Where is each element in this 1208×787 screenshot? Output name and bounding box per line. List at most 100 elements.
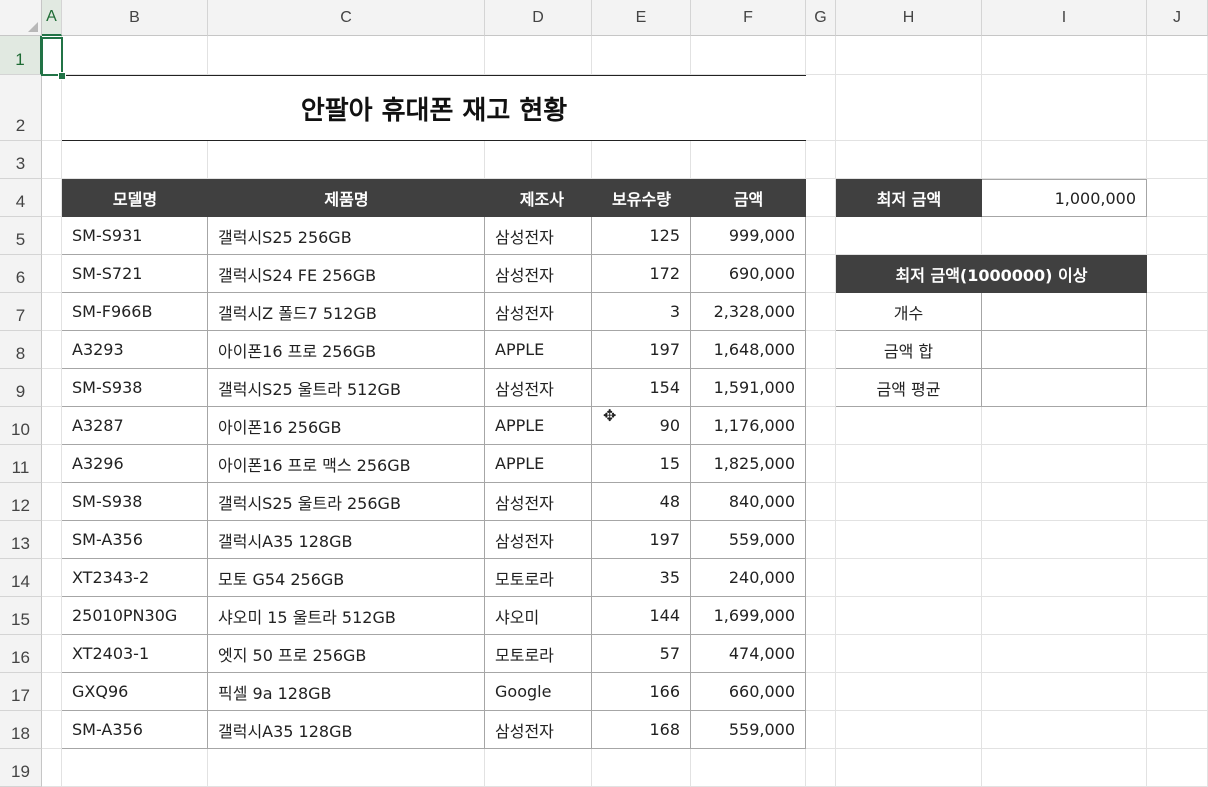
table-cell[interactable]: 아이폰16 프로 맥스 256GB — [208, 445, 485, 483]
table-cell[interactable]: 엣지 50 프로 256GB — [208, 635, 485, 673]
table-cell[interactable]: A3287 — [62, 407, 208, 445]
table-cell[interactable]: 아이폰16 프로 256GB — [208, 331, 485, 369]
table-cell[interactable]: 샤오미 15 울트라 512GB — [208, 597, 485, 635]
table-cell[interactable]: 삼성전자 — [485, 293, 592, 331]
table-cell[interactable]: 갤럭시S24 FE 256GB — [208, 255, 485, 293]
row-header-6[interactable]: 6 — [0, 255, 42, 293]
table-cell[interactable]: 240,000 — [691, 559, 806, 597]
column-header-J[interactable]: J — [1147, 0, 1208, 36]
table-cell[interactable]: SM-A356 — [62, 521, 208, 559]
table-cell[interactable]: SM-S938 — [62, 483, 208, 521]
summary-value[interactable] — [982, 369, 1147, 407]
summary-section-header[interactable]: 최저 금액(1000000) 이상 — [836, 255, 1147, 293]
table-cell[interactable]: 샤오미 — [485, 597, 592, 635]
active-cell-A1[interactable] — [41, 37, 63, 76]
table-cell[interactable]: GXQ96 — [62, 673, 208, 711]
column-header-D[interactable]: D — [485, 0, 592, 36]
table-cell[interactable]: A3293 — [62, 331, 208, 369]
table-cell[interactable]: 144 — [592, 597, 691, 635]
table-cell[interactable]: 모토로라 — [485, 559, 592, 597]
column-header-G[interactable]: G — [806, 0, 836, 36]
table-cell[interactable]: 1,176,000 — [691, 407, 806, 445]
table-cell[interactable]: APPLE — [485, 445, 592, 483]
row-header-18[interactable]: 18 — [0, 711, 42, 749]
table-cell[interactable]: 197 — [592, 521, 691, 559]
table-cell[interactable]: 35 — [592, 559, 691, 597]
table-cell[interactable]: 48 — [592, 483, 691, 521]
table-cell[interactable]: 픽셀 9a 128GB — [208, 673, 485, 711]
table-cell[interactable]: APPLE — [485, 407, 592, 445]
summary-label[interactable]: 금액 합 — [836, 331, 982, 369]
row-header-5[interactable]: 5 — [0, 217, 42, 255]
row-header-9[interactable]: 9 — [0, 369, 42, 407]
column-header-B[interactable]: B — [62, 0, 208, 36]
table-cell[interactable]: 999,000 — [691, 217, 806, 255]
table-header-cell[interactable]: 금액 — [691, 179, 806, 217]
table-cell[interactable]: 갤럭시S25 울트라 256GB — [208, 483, 485, 521]
table-cell[interactable]: 아이폰16 256GB — [208, 407, 485, 445]
table-cell[interactable]: 삼성전자 — [485, 255, 592, 293]
summary-label[interactable]: 개수 — [836, 293, 982, 331]
table-cell[interactable]: Google — [485, 673, 592, 711]
fill-handle[interactable] — [58, 72, 66, 80]
row-header-12[interactable]: 12 — [0, 483, 42, 521]
table-cell[interactable]: 168 — [592, 711, 691, 749]
table-cell[interactable]: XT2343-2 — [62, 559, 208, 597]
table-header-cell[interactable]: 제품명 — [208, 179, 485, 217]
table-cell[interactable]: SM-S938 — [62, 369, 208, 407]
row-header-7[interactable]: 7 — [0, 293, 42, 331]
table-cell[interactable]: 삼성전자 — [485, 521, 592, 559]
table-cell[interactable]: 15 — [592, 445, 691, 483]
column-header-C[interactable]: C — [208, 0, 485, 36]
table-cell[interactable]: 559,000 — [691, 711, 806, 749]
table-cell[interactable]: 1,591,000 — [691, 369, 806, 407]
table-cell[interactable]: 1,699,000 — [691, 597, 806, 635]
table-header-cell[interactable]: 모델명 — [62, 179, 208, 217]
row-header-16[interactable]: 16 — [0, 635, 42, 673]
row-header-8[interactable]: 8 — [0, 331, 42, 369]
table-cell[interactable]: 갤럭시Z 폴드7 512GB — [208, 293, 485, 331]
row-header-11[interactable]: 11 — [0, 445, 42, 483]
table-cell[interactable]: 154 — [592, 369, 691, 407]
table-cell[interactable]: 197 — [592, 331, 691, 369]
table-cell[interactable]: 1,825,000 — [691, 445, 806, 483]
row-header-4[interactable]: 4 — [0, 179, 42, 217]
table-cell[interactable]: SM-S931 — [62, 217, 208, 255]
table-cell[interactable]: 690,000 — [691, 255, 806, 293]
row-header-14[interactable]: 14 — [0, 559, 42, 597]
table-cell[interactable]: 갤럭시S25 울트라 512GB — [208, 369, 485, 407]
min-amount-value[interactable]: 1,000,000 — [982, 179, 1147, 217]
column-header-I[interactable]: I — [982, 0, 1147, 36]
table-cell[interactable]: 삼성전자 — [485, 217, 592, 255]
table-cell[interactable]: 559,000 — [691, 521, 806, 559]
table-cell[interactable]: 25010PN30G — [62, 597, 208, 635]
summary-label[interactable]: 금액 평균 — [836, 369, 982, 407]
table-cell[interactable]: SM-F966B — [62, 293, 208, 331]
table-cell[interactable]: 갤럭시S25 256GB — [208, 217, 485, 255]
table-cell[interactable]: 1,648,000 — [691, 331, 806, 369]
column-header-E[interactable]: E — [592, 0, 691, 36]
table-cell[interactable]: SM-S721 — [62, 255, 208, 293]
table-cell[interactable]: 갤럭시A35 128GB — [208, 711, 485, 749]
table-cell[interactable]: 삼성전자 — [485, 711, 592, 749]
table-cell[interactable]: 166 — [592, 673, 691, 711]
table-cell[interactable]: XT2403-1 — [62, 635, 208, 673]
row-header-1[interactable]: 1 — [0, 36, 42, 75]
table-cell[interactable]: 660,000 — [691, 673, 806, 711]
summary-value[interactable] — [982, 293, 1147, 331]
column-header-A[interactable]: A — [42, 0, 62, 36]
column-header-F[interactable]: F — [691, 0, 806, 36]
table-cell[interactable]: 125 — [592, 217, 691, 255]
table-cell[interactable]: 2,328,000 — [691, 293, 806, 331]
row-header-2[interactable]: 2 — [0, 75, 42, 141]
table-cell[interactable]: A3296 — [62, 445, 208, 483]
row-header-17[interactable]: 17 — [0, 673, 42, 711]
row-header-3[interactable]: 3 — [0, 141, 42, 179]
table-cell[interactable]: 474,000 — [691, 635, 806, 673]
row-header-19[interactable]: 19 — [0, 749, 42, 787]
table-header-cell[interactable]: 제조사 — [485, 179, 592, 217]
min-amount-label[interactable]: 최저 금액 — [836, 179, 982, 217]
column-header-H[interactable]: H — [836, 0, 982, 36]
table-cell[interactable]: 모토로라 — [485, 635, 592, 673]
table-cell[interactable]: SM-A356 — [62, 711, 208, 749]
